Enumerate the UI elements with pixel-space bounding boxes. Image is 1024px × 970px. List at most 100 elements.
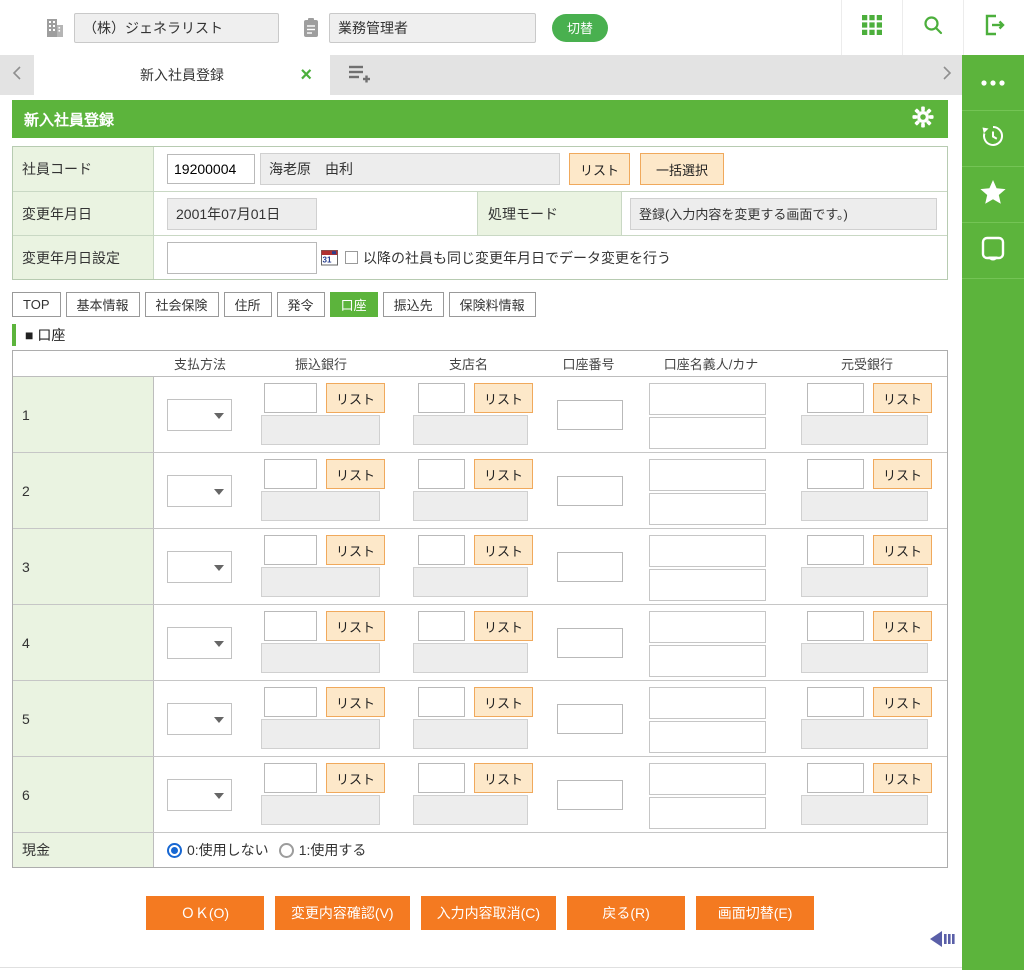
role-field[interactable] xyxy=(329,12,536,43)
tab-scroll-right-button[interactable] xyxy=(932,55,962,95)
holder-kana-input[interactable] xyxy=(649,721,766,753)
radio-unselected-icon[interactable] xyxy=(278,842,294,858)
branch-code-input[interactable] xyxy=(418,687,465,717)
cash-radio-option-0[interactable]: 0:使用しない xyxy=(167,840,269,860)
branch-list-button[interactable]: リスト xyxy=(474,763,534,793)
holder-kana-input[interactable] xyxy=(649,645,766,677)
calendar-icon[interactable]: 31 xyxy=(321,249,338,266)
bank-list-button[interactable]: リスト xyxy=(326,459,386,489)
bulk-select-button[interactable]: 一括選択 xyxy=(640,153,725,185)
branch-list-button[interactable]: リスト xyxy=(474,687,534,717)
bank-code-input[interactable] xyxy=(264,459,317,489)
payment-method-select[interactable] xyxy=(167,550,232,583)
account-number-input[interactable] xyxy=(557,703,623,734)
settings-button[interactable] xyxy=(912,105,948,133)
branch-code-input[interactable] xyxy=(418,459,465,489)
holder-name-input[interactable] xyxy=(649,687,766,719)
subtab-1[interactable]: 基本情報 xyxy=(65,292,140,317)
payment-method-select[interactable] xyxy=(167,474,232,507)
tab-close-icon[interactable]: × xyxy=(300,65,312,85)
switch-screen-button[interactable]: 画面切替(E) xyxy=(696,896,815,930)
receiving-bank-code-input[interactable] xyxy=(807,611,864,641)
branch-code-input[interactable] xyxy=(418,383,465,413)
bank-code-input[interactable] xyxy=(264,535,317,565)
receiving-bank-list-button[interactable]: リスト xyxy=(873,383,933,413)
subtab-0[interactable]: TOP xyxy=(12,292,61,317)
account-number-input[interactable] xyxy=(557,475,623,506)
holder-kana-input[interactable] xyxy=(649,417,766,449)
payment-method-select[interactable] xyxy=(167,398,232,431)
sidebar-history-button[interactable] xyxy=(962,111,1024,167)
search-button[interactable] xyxy=(902,0,963,55)
payment-method-select[interactable] xyxy=(167,778,232,811)
account-number-input[interactable] xyxy=(557,399,623,430)
subtab-7[interactable]: 保険料情報 xyxy=(448,292,536,317)
subtab-3[interactable]: 住所 xyxy=(223,292,272,317)
account-number-input[interactable] xyxy=(557,627,623,658)
ok-button[interactable]: ＯＫ(O) xyxy=(145,896,264,930)
receiving-bank-code-input[interactable] xyxy=(807,459,864,489)
holder-name-input[interactable] xyxy=(649,535,766,567)
subtab-6[interactable]: 振込先 xyxy=(382,292,444,317)
back-button[interactable]: 戻る(R) xyxy=(567,896,686,930)
holder-kana-input[interactable] xyxy=(649,493,766,525)
logout-button[interactable] xyxy=(963,0,1024,55)
bank-list-button[interactable]: リスト xyxy=(326,535,386,565)
branch-list-button[interactable]: リスト xyxy=(474,535,534,565)
branch-code-input[interactable] xyxy=(418,763,465,793)
subtab-4[interactable]: 発令 xyxy=(276,292,325,317)
branch-list-button[interactable]: リスト xyxy=(474,383,534,413)
holder-name-input[interactable] xyxy=(649,459,766,491)
collapse-panel-button[interactable] xyxy=(930,929,958,954)
account-number-input[interactable] xyxy=(557,779,623,810)
receiving-bank-list-button[interactable]: リスト xyxy=(873,459,933,489)
new-tab-button[interactable] xyxy=(330,55,388,95)
bank-code-input[interactable] xyxy=(264,611,317,641)
branch-list-button[interactable]: リスト xyxy=(474,611,534,641)
apps-grid-button[interactable] xyxy=(841,0,902,55)
cancel-input-button[interactable]: 入力内容取消(C) xyxy=(420,896,557,930)
receiving-bank-code-input[interactable] xyxy=(807,383,864,413)
sidebar-more-button[interactable] xyxy=(962,55,1024,111)
tab-scroll-left-button[interactable] xyxy=(0,55,34,95)
bank-code-input[interactable] xyxy=(264,687,317,717)
branch-list-button[interactable]: リスト xyxy=(474,459,534,489)
holder-name-input[interactable] xyxy=(649,383,766,415)
bank-code-input[interactable] xyxy=(264,763,317,793)
payment-method-select[interactable] xyxy=(167,626,232,659)
subtab-5[interactable]: 口座 xyxy=(329,292,378,317)
subtab-2[interactable]: 社会保険 xyxy=(144,292,219,317)
receiving-bank-list-button[interactable]: リスト xyxy=(873,687,933,717)
holder-kana-input[interactable] xyxy=(649,797,766,829)
holder-name-input[interactable] xyxy=(649,763,766,795)
apply-following-checkbox[interactable] xyxy=(345,251,358,264)
payment-method-select[interactable] xyxy=(167,702,232,735)
bank-code-input[interactable] xyxy=(264,383,317,413)
branch-code-input[interactable] xyxy=(418,535,465,565)
cash-radio-option-1[interactable]: 1:使用する xyxy=(278,840,366,860)
bank-list-button[interactable]: リスト xyxy=(326,611,386,641)
sidebar-memo-button[interactable] xyxy=(962,223,1024,279)
radio-selected-icon[interactable] xyxy=(167,842,182,858)
confirm-changes-button[interactable]: 変更内容確認(V) xyxy=(274,896,410,930)
account-number-input[interactable] xyxy=(557,551,623,582)
receiving-bank-code-input[interactable] xyxy=(807,763,864,793)
bank-list-button[interactable]: リスト xyxy=(326,383,386,413)
switch-button[interactable]: 切替 xyxy=(552,13,609,42)
company-field[interactable] xyxy=(74,12,279,43)
employee-list-button[interactable]: リスト xyxy=(569,153,631,185)
receiving-bank-list-button[interactable]: リスト xyxy=(873,535,933,565)
holder-kana-input[interactable] xyxy=(649,569,766,601)
branch-code-input[interactable] xyxy=(418,611,465,641)
receiving-bank-code-input[interactable] xyxy=(807,687,864,717)
sidebar-favorite-button[interactable] xyxy=(962,167,1024,223)
receiving-bank-list-button[interactable]: リスト xyxy=(873,763,933,793)
bank-list-button[interactable]: リスト xyxy=(326,687,386,717)
holder-name-input[interactable] xyxy=(649,611,766,643)
tab-active[interactable]: 新入社員登録 × xyxy=(34,55,330,95)
employee-code-input[interactable] xyxy=(167,154,255,184)
receiving-bank-code-input[interactable] xyxy=(807,535,864,565)
receiving-bank-list-button[interactable]: リスト xyxy=(873,611,933,641)
change-date-setting-input[interactable] xyxy=(167,241,317,274)
bank-list-button[interactable]: リスト xyxy=(326,763,386,793)
